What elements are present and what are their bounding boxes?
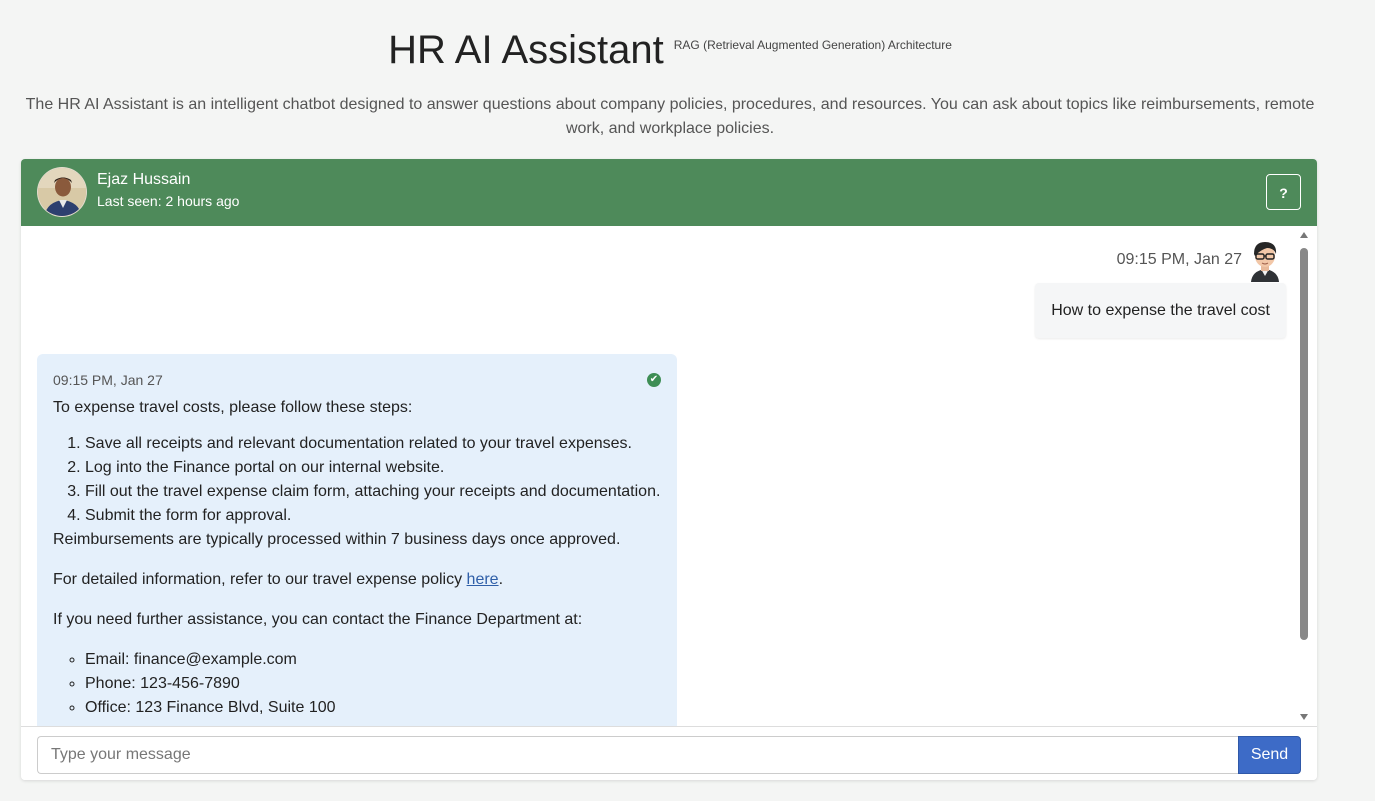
bot-message-bubble: 09:15 PM, Jan 27 ✔ To expense travel cos…	[37, 354, 677, 726]
user-avatar	[1248, 240, 1282, 282]
policy-end: .	[498, 571, 504, 588]
user-message-bubble: How to expense the travel cost	[1035, 283, 1286, 338]
scrollbar[interactable]	[1299, 232, 1309, 720]
contact-avatar	[37, 167, 87, 217]
scroll-up-arrow[interactable]	[1300, 232, 1308, 238]
scroll-down-arrow[interactable]	[1300, 714, 1308, 720]
contact-last-seen: Last seen: 2 hours ago	[97, 193, 240, 209]
user-message-time: 09:15 PM, Jan 27	[1116, 251, 1242, 268]
bot-message-intro: To expense travel costs, please follow t…	[53, 399, 413, 416]
list-item: Office: 123 Finance Blvd, Suite 100	[85, 696, 661, 720]
list-item: Log into the Finance portal on our inter…	[85, 456, 661, 480]
check-circle-icon: ✔	[647, 373, 661, 387]
bot-message-time: 09:15 PM, Jan 27	[53, 372, 163, 388]
page-description: The HR AI Assistant is an intelligent ch…	[25, 96, 1315, 137]
contact-intro: If you need further assistance, you can …	[53, 611, 583, 628]
help-button[interactable]: ?	[1266, 174, 1301, 210]
list-item: Submit the form for approval.	[85, 504, 661, 528]
scroll-thumb[interactable]	[1300, 248, 1308, 640]
contacts-list: Email: finance@example.com Phone: 123-45…	[53, 648, 661, 720]
policy-link[interactable]: here	[467, 571, 499, 588]
list-item: Phone: 123-456-7890	[85, 672, 661, 696]
send-button[interactable]: Send	[1238, 736, 1301, 774]
page-header: HR AI Assistant RAG (Retrieval Augmented …	[0, 28, 1340, 73]
list-item: Save all receipts and relevant documenta…	[85, 432, 661, 456]
steps-list: Save all receipts and relevant documenta…	[53, 432, 661, 528]
page-subtitle: RAG (Retrieval Augmented Generation) Arc…	[673, 37, 952, 52]
message-composer: Send	[21, 726, 1317, 780]
policy-paragraph: For detailed information, refer to our t…	[53, 568, 661, 592]
list-item: Email: finance@example.com	[85, 648, 661, 672]
contact-name: Ejaz Hussain	[97, 171, 191, 188]
message-list[interactable]: 09:15 PM, Jan 27 How to expense the trav…	[21, 226, 1317, 726]
reimbursement-note: Reimbursements are typically processed w…	[53, 531, 621, 548]
chat-window: Ejaz Hussain Last seen: 2 hours ago ? 09…	[21, 159, 1317, 780]
message-input[interactable]	[37, 736, 1241, 774]
chat-header: Ejaz Hussain Last seen: 2 hours ago ?	[21, 159, 1317, 226]
list-item: Fill out the travel expense claim form, …	[85, 480, 661, 504]
policy-text: For detailed information, refer to our t…	[53, 571, 467, 588]
page-title: HR AI Assistant	[388, 28, 664, 72]
